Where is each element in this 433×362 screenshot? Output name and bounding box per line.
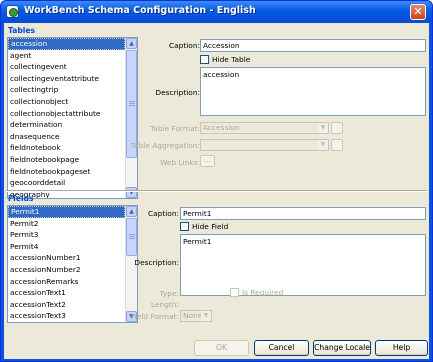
- list-item[interactable]: Permit4: [8, 241, 125, 253]
- list-item[interactable]: accessionText3: [8, 310, 125, 322]
- chevron-down-icon[interactable]: ▼: [318, 123, 328, 133]
- scroll-up-icon[interactable]: ▲: [126, 38, 137, 49]
- chevron-down-icon[interactable]: ▼: [318, 140, 328, 150]
- grip-line: [129, 236, 135, 237]
- list-item[interactable]: accessionText1: [8, 287, 125, 299]
- list-item[interactable]: Permit3: [8, 229, 125, 241]
- window-title: WorkBench Schema Configuration - English: [24, 5, 256, 16]
- cancel-button[interactable]: Cancel: [254, 340, 309, 356]
- table-aggregation-label: Table Aggregation:: [130, 141, 200, 150]
- list-item[interactable]: collectionobject: [8, 96, 125, 108]
- field-description-label: Description:: [134, 258, 179, 267]
- app-icon: [6, 5, 19, 18]
- list-item[interactable]: accessionNumber2: [8, 264, 125, 276]
- list-item[interactable]: fieldnotebookpage: [8, 154, 125, 166]
- field-caption-label: Caption:: [147, 209, 179, 218]
- scroll-up-icon[interactable]: ▲: [126, 206, 137, 217]
- list-item[interactable]: geocoorddetail: [8, 177, 125, 189]
- list-item[interactable]: determination: [8, 119, 125, 131]
- dialog-body: Tables accession agent collectingevent coll…: [4, 23, 429, 359]
- list-item[interactable]: accessionRemarks: [8, 276, 125, 288]
- scroll-down-icon[interactable]: ▼: [126, 187, 137, 198]
- field-format-value: None: [183, 311, 203, 320]
- checkbox-box[interactable]: [200, 55, 209, 64]
- web-links-button[interactable]: ...: [200, 155, 215, 167]
- grip-line: [129, 234, 135, 235]
- is-required-label: Is Required: [242, 288, 284, 297]
- type-label: Type:: [159, 289, 179, 298]
- grip-line: [129, 238, 135, 239]
- field-description-field[interactable]: Permit1: [180, 234, 426, 296]
- tables-list[interactable]: accession agent collectingevent collectinge…: [7, 37, 138, 199]
- grip-line: [129, 101, 135, 102]
- table-caption-label: Caption:: [168, 41, 200, 50]
- hide-table-label: Hide Table: [212, 55, 251, 64]
- field-format-label: Field Format:: [131, 312, 179, 321]
- table-aggregation-edit-button[interactable]: [331, 139, 343, 151]
- title-bar[interactable]: WorkBench Schema Configuration - English…: [1, 1, 432, 23]
- section-divider: [6, 190, 427, 192]
- list-item[interactable]: fieldnotebook: [8, 142, 125, 154]
- grip-line: [129, 103, 135, 104]
- checkbox-box[interactable]: [230, 288, 239, 297]
- table-aggregation-combo[interactable]: ▼: [200, 139, 329, 151]
- chevron-down-icon[interactable]: ▼: [201, 311, 211, 321]
- web-links-label: Web Links:: [160, 158, 200, 167]
- fields-list-items: Permit1 Permit2 Permit3 Permit4 accessionNum…: [8, 206, 125, 322]
- dialog-window: WorkBench Schema Configuration - English…: [0, 0, 433, 362]
- hide-field-label: Hide Field: [192, 222, 229, 231]
- table-description-field[interactable]: accession: [200, 67, 426, 116]
- change-locale-button[interactable]: Change Locale: [313, 340, 371, 356]
- table-format-combo[interactable]: Accession ▼: [200, 122, 329, 134]
- list-item[interactable]: accession: [8, 38, 125, 50]
- close-button[interactable]: ✕: [410, 4, 426, 20]
- table-description-label: Description:: [155, 88, 200, 97]
- scroll-thumb[interactable]: [126, 218, 137, 256]
- field-caption-field[interactable]: Permit1: [180, 207, 426, 220]
- tables-scrollbar[interactable]: ▲ ▼: [125, 38, 137, 198]
- grip-line: [129, 105, 135, 106]
- list-item[interactable]: fieldnotebookpageset: [8, 166, 125, 178]
- list-item[interactable]: agent: [8, 50, 125, 62]
- tables-list-items: accession agent collectingevent collectinge…: [8, 38, 125, 198]
- list-item[interactable]: Permit2: [8, 218, 125, 230]
- list-item[interactable]: collectingevent: [8, 61, 125, 73]
- list-item[interactable]: accessionNumber1: [8, 252, 125, 264]
- checkbox-box[interactable]: [180, 222, 189, 231]
- hide-field-checkbox[interactable]: Hide Field: [180, 222, 228, 231]
- table-format-value: Accession: [203, 123, 240, 132]
- list-item[interactable]: dnasequence: [8, 131, 125, 143]
- hide-table-checkbox[interactable]: Hide Table: [200, 55, 250, 64]
- table-caption-field[interactable]: Accession: [200, 39, 426, 52]
- table-format-label: Table Format:: [150, 124, 200, 133]
- list-item[interactable]: Permit1: [8, 206, 125, 218]
- tables-section-label: Tables: [8, 26, 36, 35]
- length-label: Length:: [151, 300, 179, 309]
- list-item[interactable]: accessionText2: [8, 299, 125, 311]
- table-format-edit-button[interactable]: [331, 122, 343, 134]
- help-button[interactable]: Help: [375, 340, 428, 356]
- field-format-combo[interactable]: None ▼: [180, 310, 212, 322]
- list-item[interactable]: collectingtrip: [8, 84, 125, 96]
- list-item[interactable]: collectingeventattribute: [8, 73, 125, 85]
- is-required-checkbox[interactable]: Is Required: [230, 288, 283, 297]
- ok-button[interactable]: OK: [194, 340, 249, 356]
- fields-list[interactable]: Permit1 Permit2 Permit3 Permit4 accessionNum…: [7, 205, 138, 323]
- fields-section-label: Fields: [8, 194, 34, 203]
- list-item[interactable]: collectionobjectattribute: [8, 108, 125, 120]
